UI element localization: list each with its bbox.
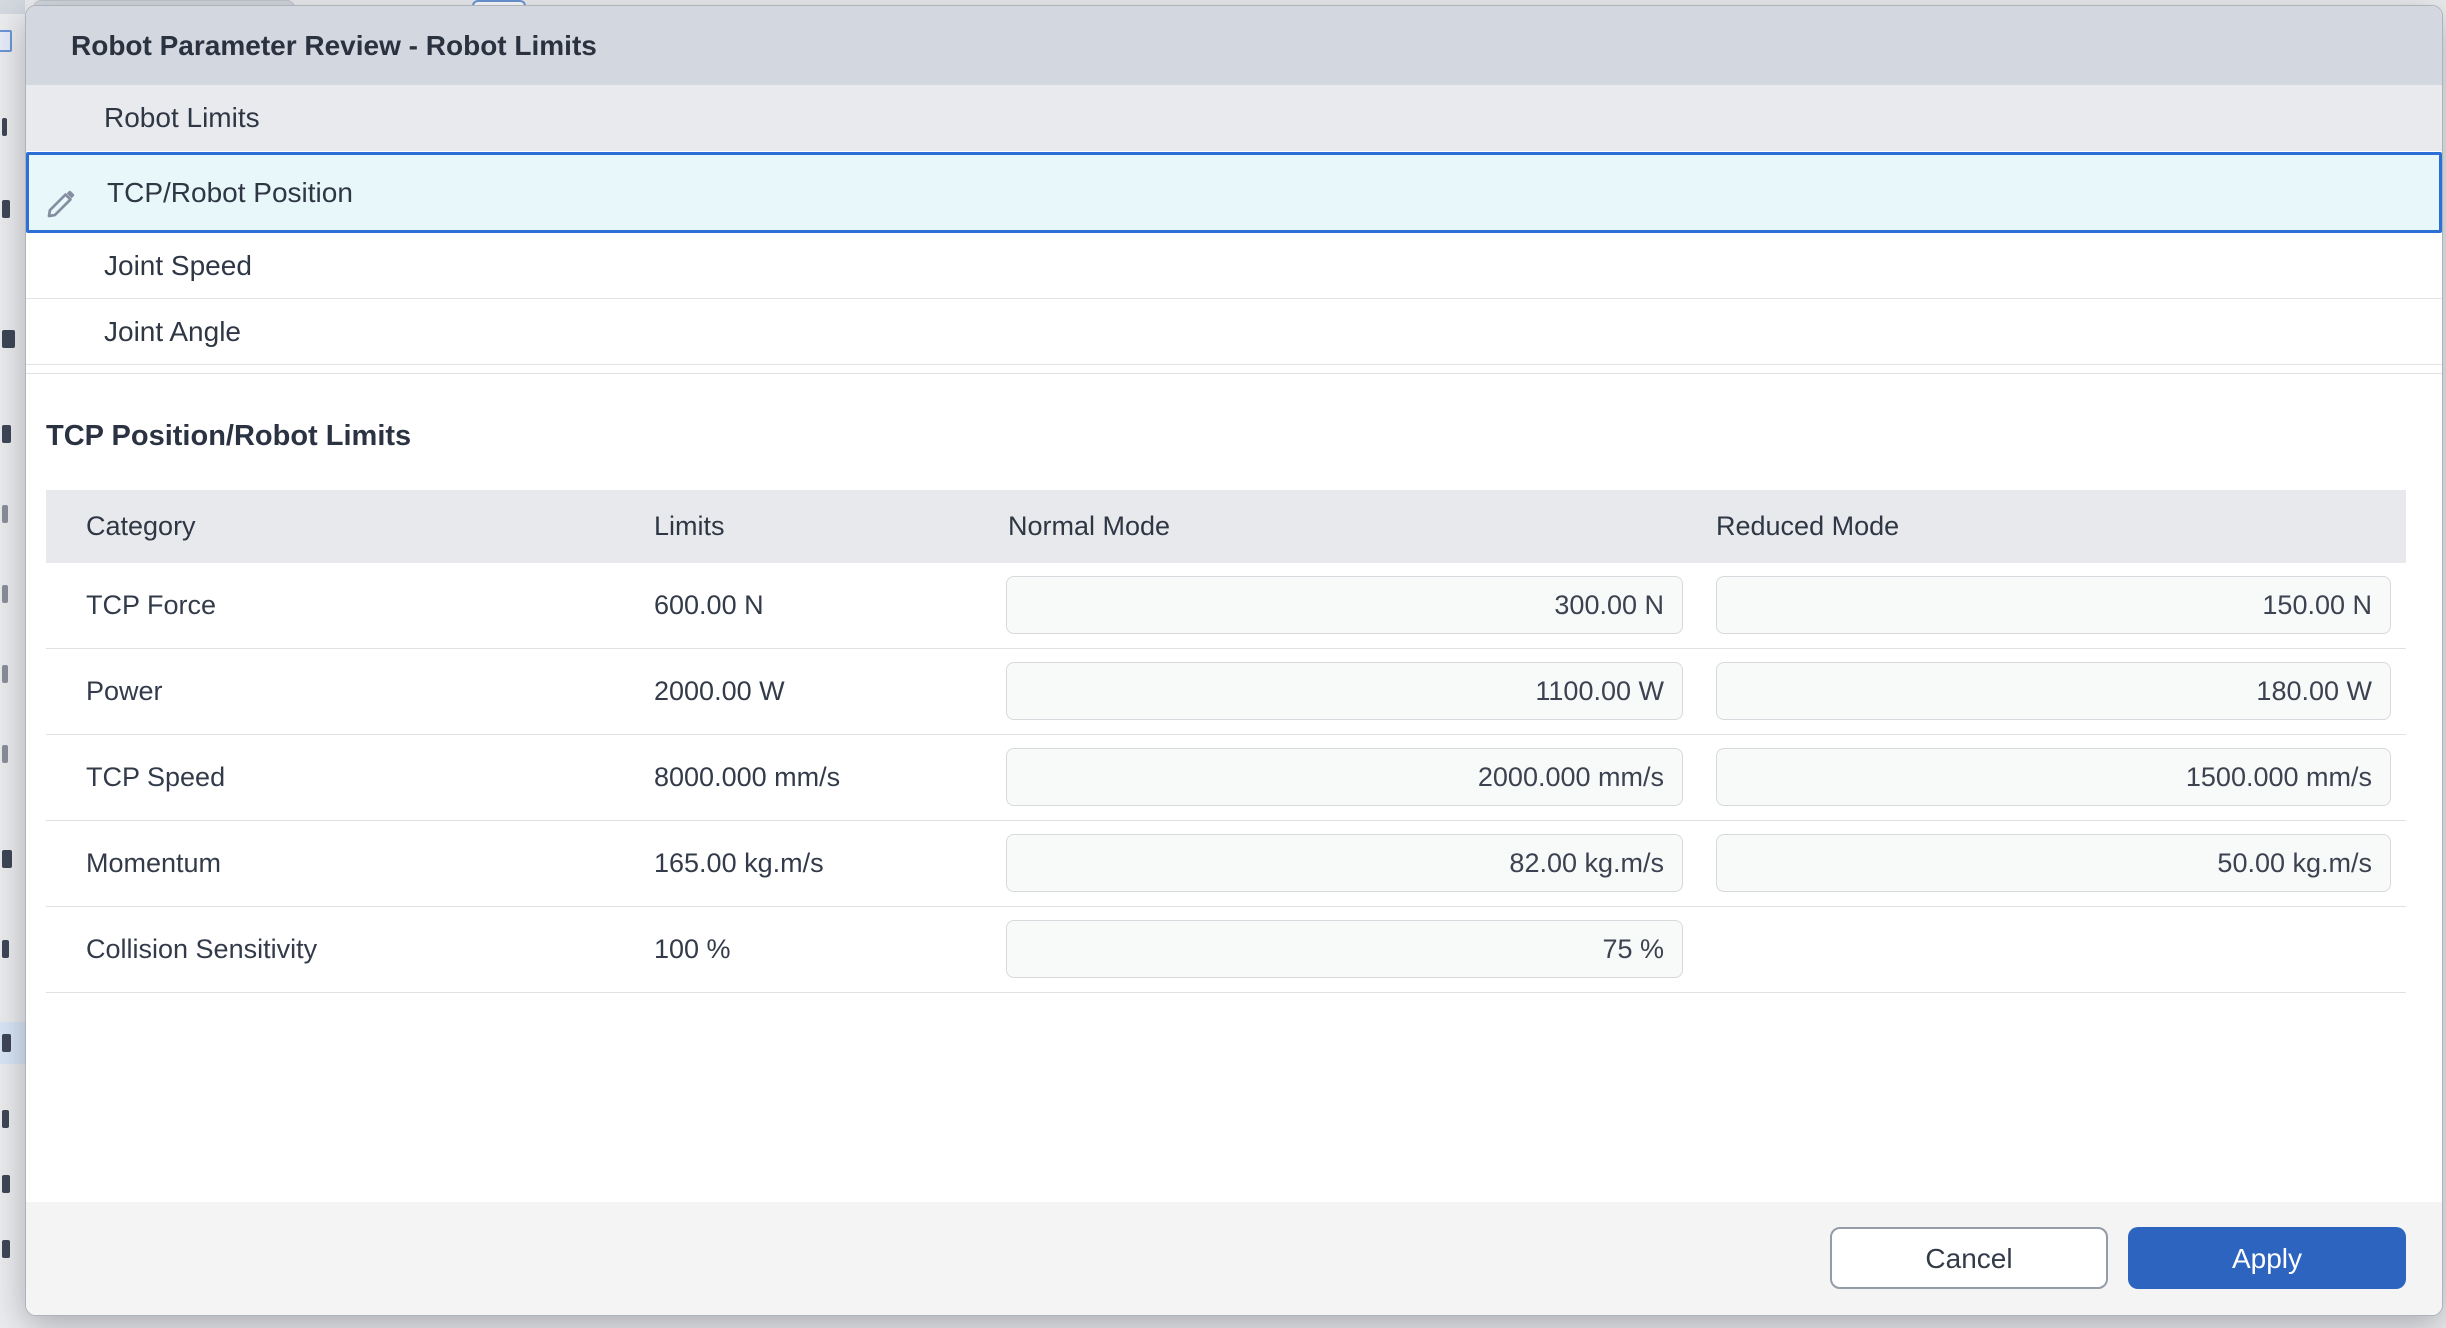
limits-table: Category Limits Normal Mode Reduced Mode… — [46, 490, 2406, 993]
background-window-fragment — [0, 30, 12, 52]
background-text-fragment — [2, 425, 11, 443]
row-category: Collision Sensitivity — [86, 907, 317, 992]
apply-button[interactable]: Apply — [2128, 1227, 2406, 1289]
reduced-mode-input[interactable] — [1716, 662, 2391, 720]
row-limit: 600.00 N — [654, 563, 764, 648]
background-window-edge — [0, 0, 25, 14]
background-text-fragment — [2, 1240, 10, 1258]
normal-mode-input[interactable] — [1006, 834, 1683, 892]
cancel-button[interactable]: Cancel — [1830, 1227, 2108, 1289]
table-row-collision-sensitivity: Collision Sensitivity 100 % — [46, 907, 2406, 993]
reduced-mode-input[interactable] — [1716, 748, 2391, 806]
nav-item-label: Joint Speed — [104, 250, 252, 281]
pencil-edit-icon — [43, 175, 79, 211]
background-text-fragment — [2, 505, 8, 523]
dialog-titlebar: Robot Parameter Review - Robot Limits — [26, 6, 2442, 85]
background-text-fragment — [2, 1110, 9, 1128]
row-category: Momentum — [86, 821, 221, 906]
background-text-fragment — [2, 850, 12, 868]
nav-item-joint-angle[interactable]: Joint Angle — [26, 299, 2442, 365]
background-text-fragment — [2, 940, 9, 958]
header-category: Category — [86, 490, 196, 563]
nav-item-joint-speed[interactable]: Joint Speed — [26, 233, 2442, 299]
table-row-power: Power 2000.00 W — [46, 649, 2406, 735]
background-text-fragment — [2, 1034, 11, 1052]
row-category: TCP Speed — [86, 735, 225, 820]
nav-item-tcp-robot-position[interactable]: TCP/Robot Position — [26, 152, 2442, 233]
normal-mode-input[interactable] — [1006, 662, 1683, 720]
dialog-title: Robot Parameter Review - Robot Limits — [71, 30, 597, 61]
background-text-fragment — [2, 745, 8, 763]
table-row-tcp-force: TCP Force 600.00 N — [46, 563, 2406, 649]
header-normal-mode: Normal Mode — [1008, 490, 1170, 563]
row-limit: 100 % — [654, 907, 731, 992]
robot-parameter-review-dialog: Robot Parameter Review - Robot Limits Ro… — [25, 5, 2443, 1316]
reduced-mode-input[interactable] — [1716, 576, 2391, 634]
background-text-fragment — [2, 1175, 10, 1193]
nav-item-label: TCP/Robot Position — [107, 155, 353, 230]
background-text-fragment — [2, 665, 8, 683]
background-text-fragment — [2, 585, 8, 603]
background-text-fragment — [2, 330, 15, 348]
row-limit: 2000.00 W — [654, 649, 785, 734]
normal-mode-input[interactable] — [1006, 920, 1683, 978]
nav-item-label: Joint Angle — [104, 316, 241, 347]
normal-mode-input[interactable] — [1006, 748, 1683, 806]
background-text-fragment — [2, 200, 10, 218]
header-reduced-mode: Reduced Mode — [1716, 490, 1899, 563]
row-category: TCP Force — [86, 563, 216, 648]
row-limit: 8000.000 mm/s — [654, 735, 840, 820]
reduced-mode-input[interactable] — [1716, 834, 2391, 892]
row-limit: 165.00 kg.m/s — [654, 821, 824, 906]
table-row-tcp-speed: TCP Speed 8000.000 mm/s — [46, 735, 2406, 821]
normal-mode-input[interactable] — [1006, 576, 1683, 634]
section-title: TCP Position/Robot Limits — [46, 420, 411, 453]
table-header-row: Category Limits Normal Mode Reduced Mode — [46, 490, 2406, 563]
divider — [26, 373, 2442, 374]
nav-group-robot-limits[interactable]: Robot Limits — [26, 85, 2442, 151]
header-limits: Limits — [654, 490, 725, 563]
background-text-fragment — [2, 118, 7, 136]
table-row-momentum: Momentum 165.00 kg.m/s — [46, 821, 2406, 907]
row-category: Power — [86, 649, 163, 734]
dialog-footer: Cancel Apply — [26, 1202, 2442, 1315]
nav-group-label: Robot Limits — [104, 102, 260, 133]
